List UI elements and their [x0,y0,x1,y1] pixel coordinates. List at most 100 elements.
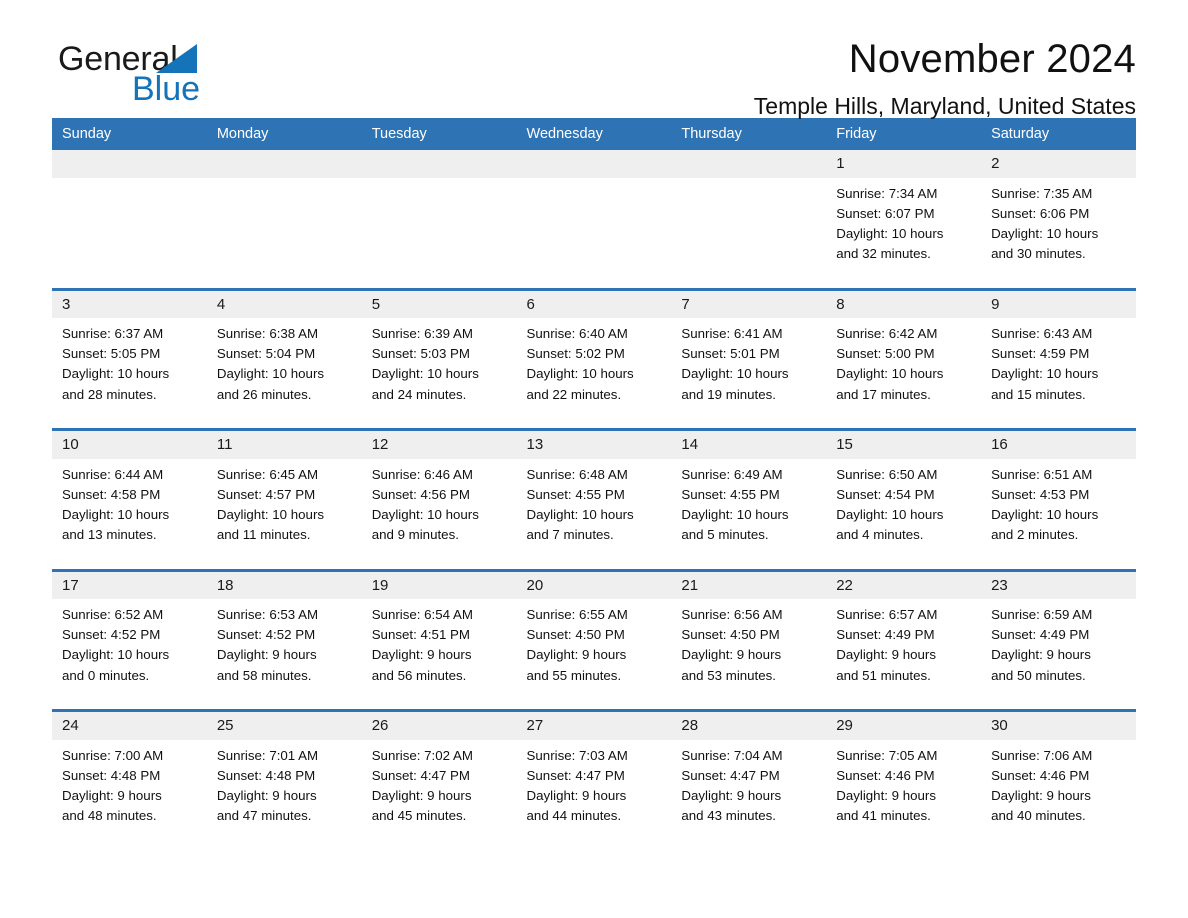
daylight-text-line1: Daylight: 9 hours [991,787,1091,803]
day-number: 1 [826,150,982,178]
daylight-text-line1: Daylight: 10 hours [836,225,944,241]
sunset-text: Sunset: 4:52 PM [216,627,316,643]
day-cell[interactable]: Sunrise: 6:41 AM Sunset: 5:01 PM Dayligh… [671,318,827,431]
sunset-text: Sunset: 4:48 PM [216,767,316,783]
daylight-text-line2: and 44 minutes. [526,808,622,824]
sunrise-text: Sunrise: 7:34 AM [836,185,938,201]
daylight-text-line1: Daylight: 9 hours [991,647,1091,663]
sunrise-text: Sunrise: 7:01 AM [216,747,319,763]
day-number: 6 [516,289,672,318]
day-cell[interactable]: Sunrise: 7:04 AM Sunset: 4:47 PM Dayligh… [671,739,827,850]
sunrise-text: Sunrise: 6:38 AM [216,326,319,341]
calendar-page: General Blue November 2024 Temple Hills,… [0,0,1188,918]
day-cell[interactable]: Sunrise: 6:48 AM Sunset: 4:55 PM Dayligh… [516,458,672,572]
day-cell[interactable]: Sunrise: 7:01 AM Sunset: 4:48 PM Dayligh… [206,739,362,850]
day-cell[interactable]: Sunrise: 6:53 AM Sunset: 4:52 PM Dayligh… [206,599,362,712]
daylight-text-line1: Daylight: 10 hours [62,647,170,663]
day-number [361,150,517,178]
sunrise-text: Sunrise: 6:42 AM [836,326,938,341]
day-cell[interactable] [361,177,517,291]
daylight-text-line2: and 56 minutes. [371,667,467,683]
day-cell[interactable]: Sunrise: 6:50 AM Sunset: 4:54 PM Dayligh… [826,458,982,572]
sunset-text: Sunset: 5:01 PM [681,346,780,362]
day-number: 7 [671,289,827,318]
daylight-text-line1: Daylight: 9 hours [526,647,627,663]
sunset-text: Sunset: 6:06 PM [991,205,1090,221]
day-cell[interactable]: Sunrise: 6:46 AM Sunset: 4:56 PM Dayligh… [361,458,517,572]
day-cell[interactable]: Sunrise: 6:57 AM Sunset: 4:49 PM Dayligh… [826,599,982,712]
day-cell[interactable]: Sunrise: 6:54 AM Sunset: 4:51 PM Dayligh… [361,599,517,712]
sunset-text: Sunset: 4:46 PM [991,767,1090,783]
sunset-text: Sunset: 5:00 PM [836,346,935,362]
day-cell[interactable]: Sunrise: 7:06 AM Sunset: 4:46 PM Dayligh… [981,739,1136,850]
daylight-text-line2: and 51 minutes. [836,667,931,683]
day-cell[interactable] [671,177,827,291]
day-cell[interactable]: Sunrise: 6:38 AM Sunset: 5:04 PM Dayligh… [206,318,362,431]
day-number: 21 [671,570,827,599]
sunset-text: Sunset: 4:48 PM [62,767,161,783]
day-number: 11 [206,429,362,459]
day-cell[interactable]: Sunrise: 6:49 AM Sunset: 4:55 PM Dayligh… [671,458,827,572]
day-cell[interactable]: Sunrise: 6:39 AM Sunset: 5:03 PM Dayligh… [361,318,517,431]
daylight-text-line1: Daylight: 10 hours [991,506,1099,522]
week-daynumber-row: 3 4 5 6 7 8 9 [52,289,1136,318]
day-cell[interactable]: Sunrise: 6:43 AM Sunset: 4:59 PM Dayligh… [981,318,1136,431]
day-cell[interactable]: Sunrise: 7:34 AM Sunset: 6:07 PM Dayligh… [826,177,982,291]
daylight-text-line2: and 48 minutes. [62,808,157,824]
day-number: 9 [981,289,1136,318]
day-cell[interactable]: Sunrise: 7:02 AM Sunset: 4:47 PM Dayligh… [361,739,517,850]
day-cell[interactable]: Sunrise: 6:42 AM Sunset: 5:00 PM Dayligh… [826,318,982,431]
day-cell[interactable]: Sunrise: 6:45 AM Sunset: 4:57 PM Dayligh… [206,458,362,572]
general-blue-logo[interactable]: General Blue [58,42,298,116]
daylight-text-line2: and 55 minutes. [526,667,622,683]
day-cell[interactable]: Sunrise: 7:35 AM Sunset: 6:06 PM Dayligh… [981,177,1136,291]
daylight-text-line1: Daylight: 9 hours [371,647,472,663]
sunrise-text: Sunrise: 6:57 AM [836,607,938,622]
day-number: 3 [52,289,207,318]
day-number: 19 [361,570,517,599]
day-number: 20 [516,570,672,599]
sunset-text: Sunset: 4:51 PM [371,627,470,643]
daylight-text-line2: and 13 minutes. [62,527,157,543]
day-cell[interactable]: Sunrise: 6:55 AM Sunset: 4:50 PM Dayligh… [516,599,672,712]
daylight-text-line1: Daylight: 10 hours [991,366,1099,382]
day-cell[interactable]: Sunrise: 7:00 AM Sunset: 4:48 PM Dayligh… [52,739,207,850]
day-cell[interactable]: Sunrise: 6:51 AM Sunset: 4:53 PM Dayligh… [981,458,1136,572]
sunset-text: Sunset: 4:47 PM [681,767,780,783]
daylight-text-line2: and 32 minutes. [836,246,931,262]
daylight-text-line2: and 41 minutes. [836,808,931,824]
daylight-text-line1: Daylight: 9 hours [216,787,317,803]
day-cell[interactable]: Sunrise: 6:37 AM Sunset: 5:05 PM Dayligh… [52,318,207,431]
sunrise-text: Sunrise: 6:39 AM [371,326,473,341]
sunset-text: Sunset: 5:05 PM [62,346,161,362]
day-number: 25 [206,710,362,740]
daylight-text-line2: and 9 minutes. [371,527,459,543]
sunrise-text: Sunrise: 6:40 AM [526,326,628,341]
day-cell[interactable]: Sunrise: 6:44 AM Sunset: 4:58 PM Dayligh… [52,458,207,572]
weekday-header-wednesday: Wednesday [516,118,672,150]
day-number: 27 [516,710,672,740]
day-number: 2 [981,150,1136,178]
day-cell[interactable] [52,177,207,291]
page-title: November 2024 [848,37,1136,81]
sunset-text: Sunset: 4:46 PM [836,767,935,783]
day-cell[interactable] [206,177,362,291]
weekday-header-sunday: Sunday [52,118,207,150]
day-cell[interactable]: Sunrise: 6:40 AM Sunset: 5:02 PM Dayligh… [516,318,672,431]
day-cell[interactable]: Sunrise: 6:59 AM Sunset: 4:49 PM Dayligh… [981,599,1136,712]
daylight-text-line1: Daylight: 10 hours [526,366,634,382]
day-number: 22 [826,570,982,599]
day-number: 29 [826,710,982,740]
day-cell[interactable] [516,177,672,291]
sunrise-text: Sunrise: 6:37 AM [62,326,164,341]
weekday-header-thursday: Thursday [671,118,827,150]
day-number: 8 [826,289,982,318]
day-cell[interactable]: Sunrise: 6:52 AM Sunset: 4:52 PM Dayligh… [52,599,207,712]
sunset-text: Sunset: 4:50 PM [681,627,780,643]
week-daynumber-row: 24 25 26 27 28 29 30 [52,710,1136,740]
day-cell[interactable]: Sunrise: 6:56 AM Sunset: 4:50 PM Dayligh… [671,599,827,712]
weekday-header-friday: Friday [826,118,982,150]
day-cell[interactable]: Sunrise: 7:05 AM Sunset: 4:46 PM Dayligh… [826,739,982,850]
day-number: 24 [52,710,207,740]
day-cell[interactable]: Sunrise: 7:03 AM Sunset: 4:47 PM Dayligh… [516,739,672,850]
